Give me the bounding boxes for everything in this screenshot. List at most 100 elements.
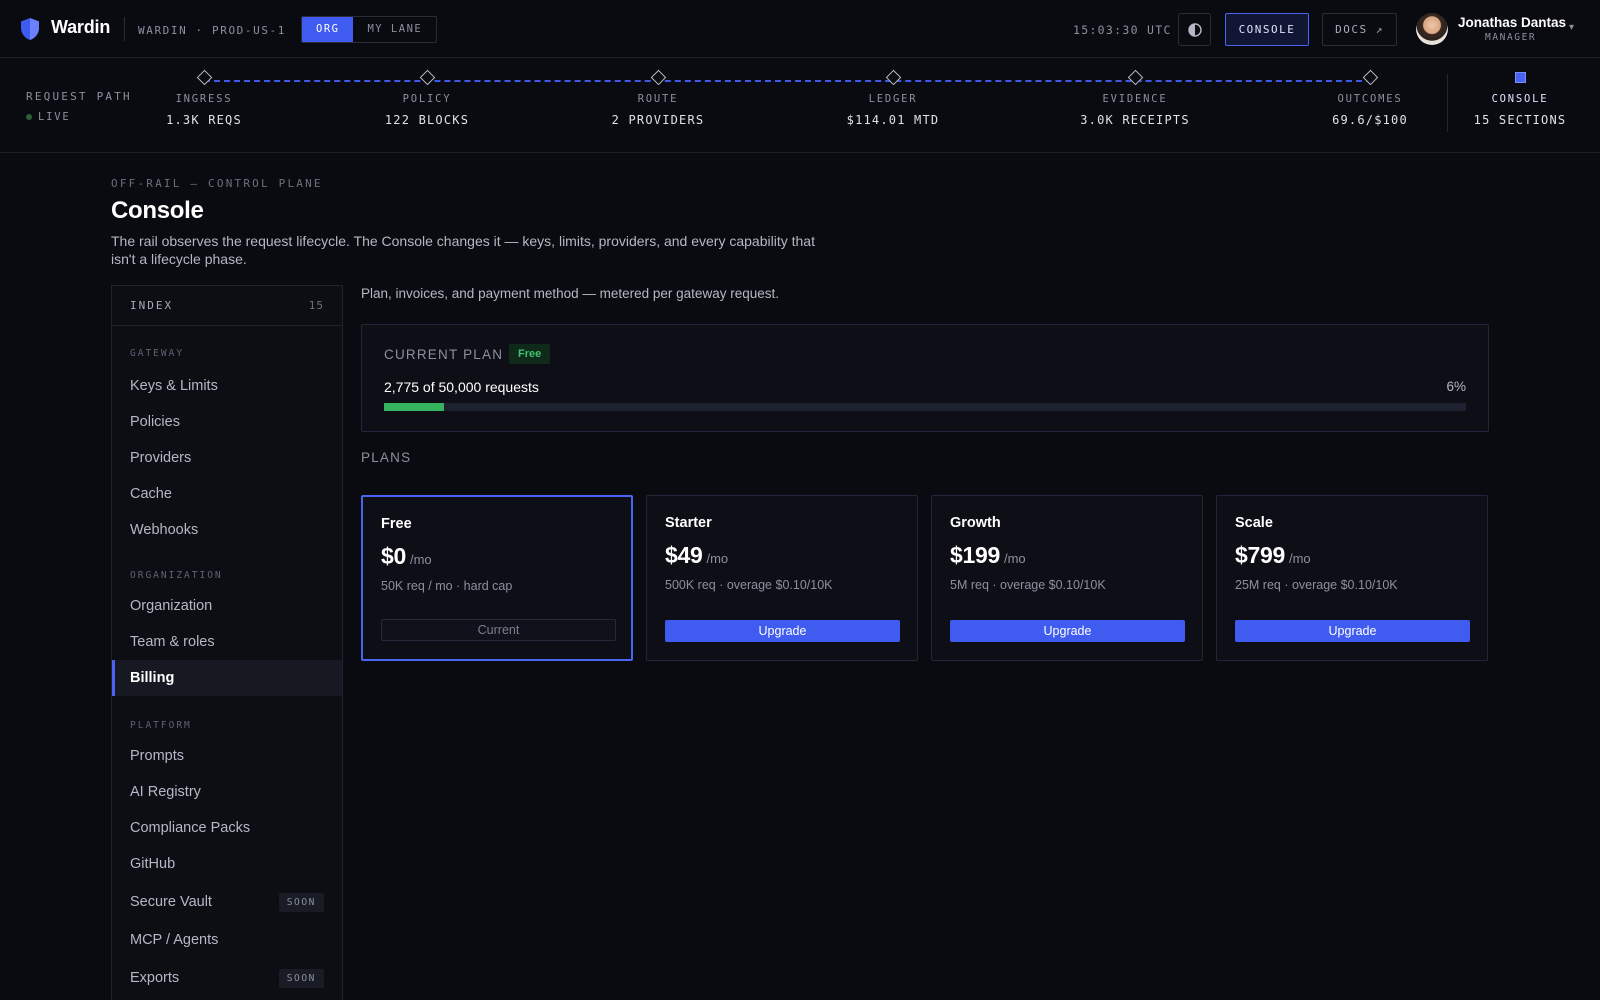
billing-description: Plan, invoices, and payment method — met… — [361, 286, 779, 301]
environment-label: WARDIN · PROD-US-1 — [138, 24, 287, 37]
soon-badge: SOON — [278, 968, 324, 988]
plan-status-badge: Free — [509, 344, 551, 364]
avatar[interactable] — [1416, 13, 1448, 45]
stage-console[interactable]: CONSOLE 15 SECTIONS — [1435, 72, 1600, 127]
stage-value: 69.6/$100 — [1332, 113, 1408, 127]
live-indicator: LIVE — [26, 111, 71, 123]
contrast-icon — [1187, 22, 1202, 37]
stage-value: $114.01 MTD — [846, 113, 940, 127]
plan-price: $49 /mo — [665, 542, 728, 569]
sidebar-item-compliance-packs[interactable]: Compliance Packs — [112, 810, 342, 846]
current-plan-button[interactable]: Current — [381, 619, 616, 641]
live-dot-icon — [26, 114, 32, 120]
plan-amount: $199 — [950, 542, 1000, 568]
theme-toggle-button[interactable] — [1178, 13, 1211, 46]
console-index-sidebar: INDEX 15 GATEWAY Keys & Limits Policies … — [111, 285, 343, 1000]
scope-tab-org[interactable]: ORG — [302, 17, 354, 42]
sidebar-header: INDEX 15 — [112, 286, 342, 326]
sidebar-item-cache[interactable]: Cache — [112, 476, 342, 512]
plan-amount: $0 — [381, 543, 406, 569]
sidebar-item-label: Prompts — [130, 748, 184, 764]
usage-percent: 6% — [1446, 379, 1466, 394]
sidebar-item-policies[interactable]: Policies — [112, 404, 342, 440]
stage-label: POLICY — [402, 93, 452, 105]
stage-value: 15 SECTIONS — [1473, 113, 1567, 127]
sidebar-item-providers[interactable]: Providers — [112, 440, 342, 476]
plan-amount: $799 — [1235, 542, 1285, 568]
sidebar-item-secure-vault[interactable]: Secure Vault SOON — [112, 884, 342, 920]
shield-logo-icon — [21, 18, 39, 40]
square-active-icon — [1514, 72, 1526, 83]
sidebar-item-label: Billing — [130, 670, 175, 686]
sidebar-item-keys-limits[interactable]: Keys & Limits — [112, 368, 342, 404]
sidebar-item-webhooks[interactable]: Webhooks — [112, 512, 342, 548]
sidebar-item-label: Organization — [130, 598, 213, 614]
docs-link[interactable]: DOCS ↗ — [1322, 13, 1397, 46]
stage-value: 2 PROVIDERS — [611, 113, 705, 127]
index-label: INDEX — [130, 299, 174, 312]
stage-value: 1.3K REQS — [166, 113, 242, 127]
plan-name: Growth — [950, 515, 1001, 531]
rail-title: REQUEST PATH — [26, 90, 132, 103]
stage-outcomes[interactable]: OUTCOMES 69.6/$100 — [1285, 69, 1455, 127]
request-path-rail: REQUEST PATH LIVE INGRESS 1.3K REQS POLI… — [0, 58, 1600, 153]
brand-divider — [124, 17, 125, 41]
stage-value: 122 BLOCKS — [384, 113, 470, 127]
stage-value: 3.0K RECEIPTS — [1080, 113, 1190, 127]
live-label: LIVE — [38, 111, 71, 123]
diamond-icon — [650, 69, 666, 86]
sidebar-item-billing[interactable]: Billing — [112, 660, 342, 696]
diamond-icon — [1362, 69, 1378, 86]
page-eyebrow: OFF-RAIL — CONTROL PLANE — [111, 177, 323, 190]
console-button[interactable]: CONSOLE — [1225, 13, 1309, 46]
stage-evidence[interactable]: EVIDENCE 3.0K RECEIPTS — [1050, 69, 1220, 127]
sidebar-item-exports[interactable]: Exports SOON — [112, 960, 342, 996]
chevron-down-icon[interactable]: ▾ — [1569, 22, 1574, 33]
plan-period: /mo — [706, 551, 729, 566]
brand-name[interactable]: Wardin — [51, 17, 110, 38]
group-label-platform: PLATFORM — [130, 720, 192, 731]
plan-description: 50K req / mo · hard cap — [381, 579, 513, 593]
upgrade-growth-button[interactable]: Upgrade — [950, 620, 1185, 642]
sidebar-item-label: Keys & Limits — [130, 378, 218, 394]
stage-route[interactable]: ROUTE 2 PROVIDERS — [573, 69, 743, 127]
stage-label: OUTCOMES — [1337, 93, 1403, 105]
plan-price: $0 /mo — [381, 543, 432, 570]
sidebar-item-mcp-agents[interactable]: MCP / Agents — [112, 922, 342, 958]
plan-amount: $49 — [665, 542, 703, 568]
usage-progress-track — [384, 403, 1466, 411]
page-description: The rail observes the request lifecycle.… — [111, 233, 815, 267]
page-title: Console — [111, 197, 204, 224]
stage-ingress[interactable]: INGRESS 1.3K REQS — [119, 69, 289, 127]
index-count: 15 — [308, 299, 324, 312]
sidebar-item-label: AI Registry — [130, 784, 201, 800]
soon-badge: SOON — [278, 892, 324, 912]
usage-text: 2,775 of 50,000 requests — [384, 379, 539, 395]
sidebar-item-label: Webhooks — [130, 522, 199, 538]
plan-period: /mo — [1288, 551, 1311, 566]
sidebar-item-label: Providers — [130, 450, 192, 466]
sidebar-item-organization[interactable]: Organization — [112, 588, 342, 624]
upgrade-starter-button[interactable]: Upgrade — [665, 620, 900, 642]
plan-description: 5M req · overage $0.10/10K — [950, 578, 1106, 592]
sidebar-item-prompts[interactable]: Prompts — [112, 738, 342, 774]
user-name[interactable]: Jonathas Dantas — [1458, 15, 1566, 30]
usage-progress-fill — [384, 403, 445, 411]
stage-ledger[interactable]: LEDGER $114.01 MTD — [808, 69, 978, 127]
upgrade-scale-button[interactable]: Upgrade — [1235, 620, 1470, 642]
current-plan-label: CURRENT PLAN — [384, 347, 504, 362]
diamond-icon — [1127, 69, 1143, 86]
user-role: MANAGER — [1485, 32, 1537, 43]
diamond-icon — [419, 69, 435, 86]
plans-section-label: PLANS — [361, 450, 412, 465]
plan-period: /mo — [1003, 551, 1026, 566]
stage-policy[interactable]: POLICY 122 BLOCKS — [342, 69, 512, 127]
stage-label: LEDGER — [868, 93, 918, 105]
scope-tab-my-lane[interactable]: MY LANE — [353, 17, 436, 42]
group-label-gateway: GATEWAY — [130, 348, 185, 359]
sidebar-item-github[interactable]: GitHub — [112, 846, 342, 882]
top-bar: Wardin WARDIN · PROD-US-1 ORG MY LANE 15… — [0, 0, 1600, 58]
sidebar-item-label: MCP / Agents — [130, 932, 219, 948]
sidebar-item-ai-registry[interactable]: AI Registry — [112, 774, 342, 810]
sidebar-item-team-roles[interactable]: Team & roles — [112, 624, 342, 660]
